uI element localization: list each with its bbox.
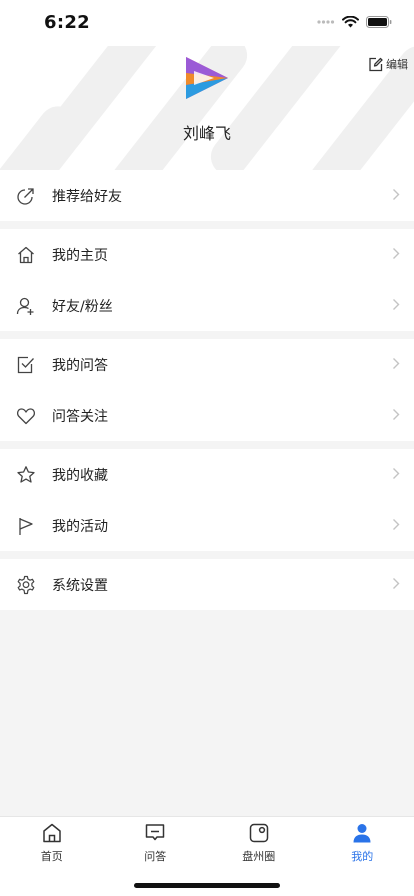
tab-label: 盘州圈 — [242, 850, 276, 863]
share-icon — [16, 186, 36, 206]
menu-label: 我的问答 — [52, 357, 108, 374]
chevron-right-icon — [393, 409, 400, 420]
menu-label: 我的活动 — [52, 518, 108, 535]
edit-profile-button[interactable]: 编辑 — [368, 56, 408, 72]
menu-item-favorites[interactable]: 我的收藏 — [0, 449, 414, 500]
menu-group-qa: 我的问答 问答关注 — [0, 339, 414, 441]
status-bar: 6:22 — [0, 0, 414, 46]
tab-label: 我的 — [351, 850, 374, 863]
tab-bar: 首页 问答 盘州圈 我的 — [0, 816, 414, 896]
circle-icon — [248, 822, 270, 844]
tab-qa[interactable]: 问答 — [104, 817, 208, 873]
chevron-right-icon — [393, 248, 400, 259]
tab-home[interactable]: 首页 — [0, 817, 104, 873]
home-icon — [41, 822, 63, 844]
home-indicator — [134, 883, 280, 888]
menu-label: 我的主页 — [52, 247, 108, 264]
wifi-icon — [342, 16, 359, 28]
menu-item-homepage[interactable]: 我的主页 — [0, 229, 414, 280]
menu-item-my-qa[interactable]: 我的问答 — [0, 339, 414, 390]
tab-label: 问答 — [144, 850, 167, 863]
menu-label: 系统设置 — [52, 577, 108, 594]
chat-icon — [144, 822, 166, 844]
tab-mine[interactable]: 我的 — [311, 817, 414, 873]
status-indicators — [317, 16, 392, 28]
flag-icon — [16, 516, 36, 536]
checkbox-icon — [16, 355, 36, 375]
menu-label: 问答关注 — [52, 408, 108, 425]
edit-label: 编辑 — [386, 58, 408, 71]
battery-icon — [366, 16, 392, 28]
chevron-right-icon — [393, 519, 400, 530]
add-friend-icon — [16, 296, 36, 316]
menu-group-collections: 我的收藏 我的活动 — [0, 449, 414, 551]
menu-group-social: 我的主页 好友/粉丝 — [0, 229, 414, 331]
menu-item-activities[interactable]: 我的活动 — [0, 500, 414, 551]
menu-item-recommend[interactable]: 推荐给好友 — [0, 170, 414, 221]
gear-icon — [16, 575, 36, 595]
menu-label: 我的收藏 — [52, 467, 108, 484]
signal-icon — [317, 20, 335, 24]
home-icon — [16, 245, 36, 265]
chevron-right-icon — [393, 578, 400, 589]
menu-item-settings[interactable]: 系统设置 — [0, 559, 414, 610]
menu-item-qa-follow[interactable]: 问答关注 — [0, 390, 414, 441]
heart-icon — [16, 406, 36, 426]
chevron-right-icon — [393, 189, 400, 200]
menu-group-share: 推荐给好友 — [0, 170, 414, 221]
user-name: 刘峰飞 — [182, 124, 231, 143]
user-icon — [351, 822, 373, 844]
chevron-right-icon — [393, 358, 400, 369]
profile-header: 编辑 刘峰飞 — [0, 46, 414, 170]
tab-label: 首页 — [40, 850, 63, 863]
star-icon — [16, 465, 36, 485]
menu-label: 推荐给好友 — [52, 188, 122, 205]
status-time: 6:22 — [44, 12, 90, 33]
chevron-right-icon — [393, 468, 400, 479]
edit-icon — [369, 57, 383, 71]
app-logo — [186, 57, 228, 99]
menu-group-settings: 系统设置 — [0, 559, 414, 610]
tab-circle[interactable]: 盘州圈 — [207, 817, 311, 873]
chevron-right-icon — [393, 299, 400, 310]
menu-label: 好友/粉丝 — [52, 298, 113, 315]
menu-item-friends[interactable]: 好友/粉丝 — [0, 280, 414, 331]
